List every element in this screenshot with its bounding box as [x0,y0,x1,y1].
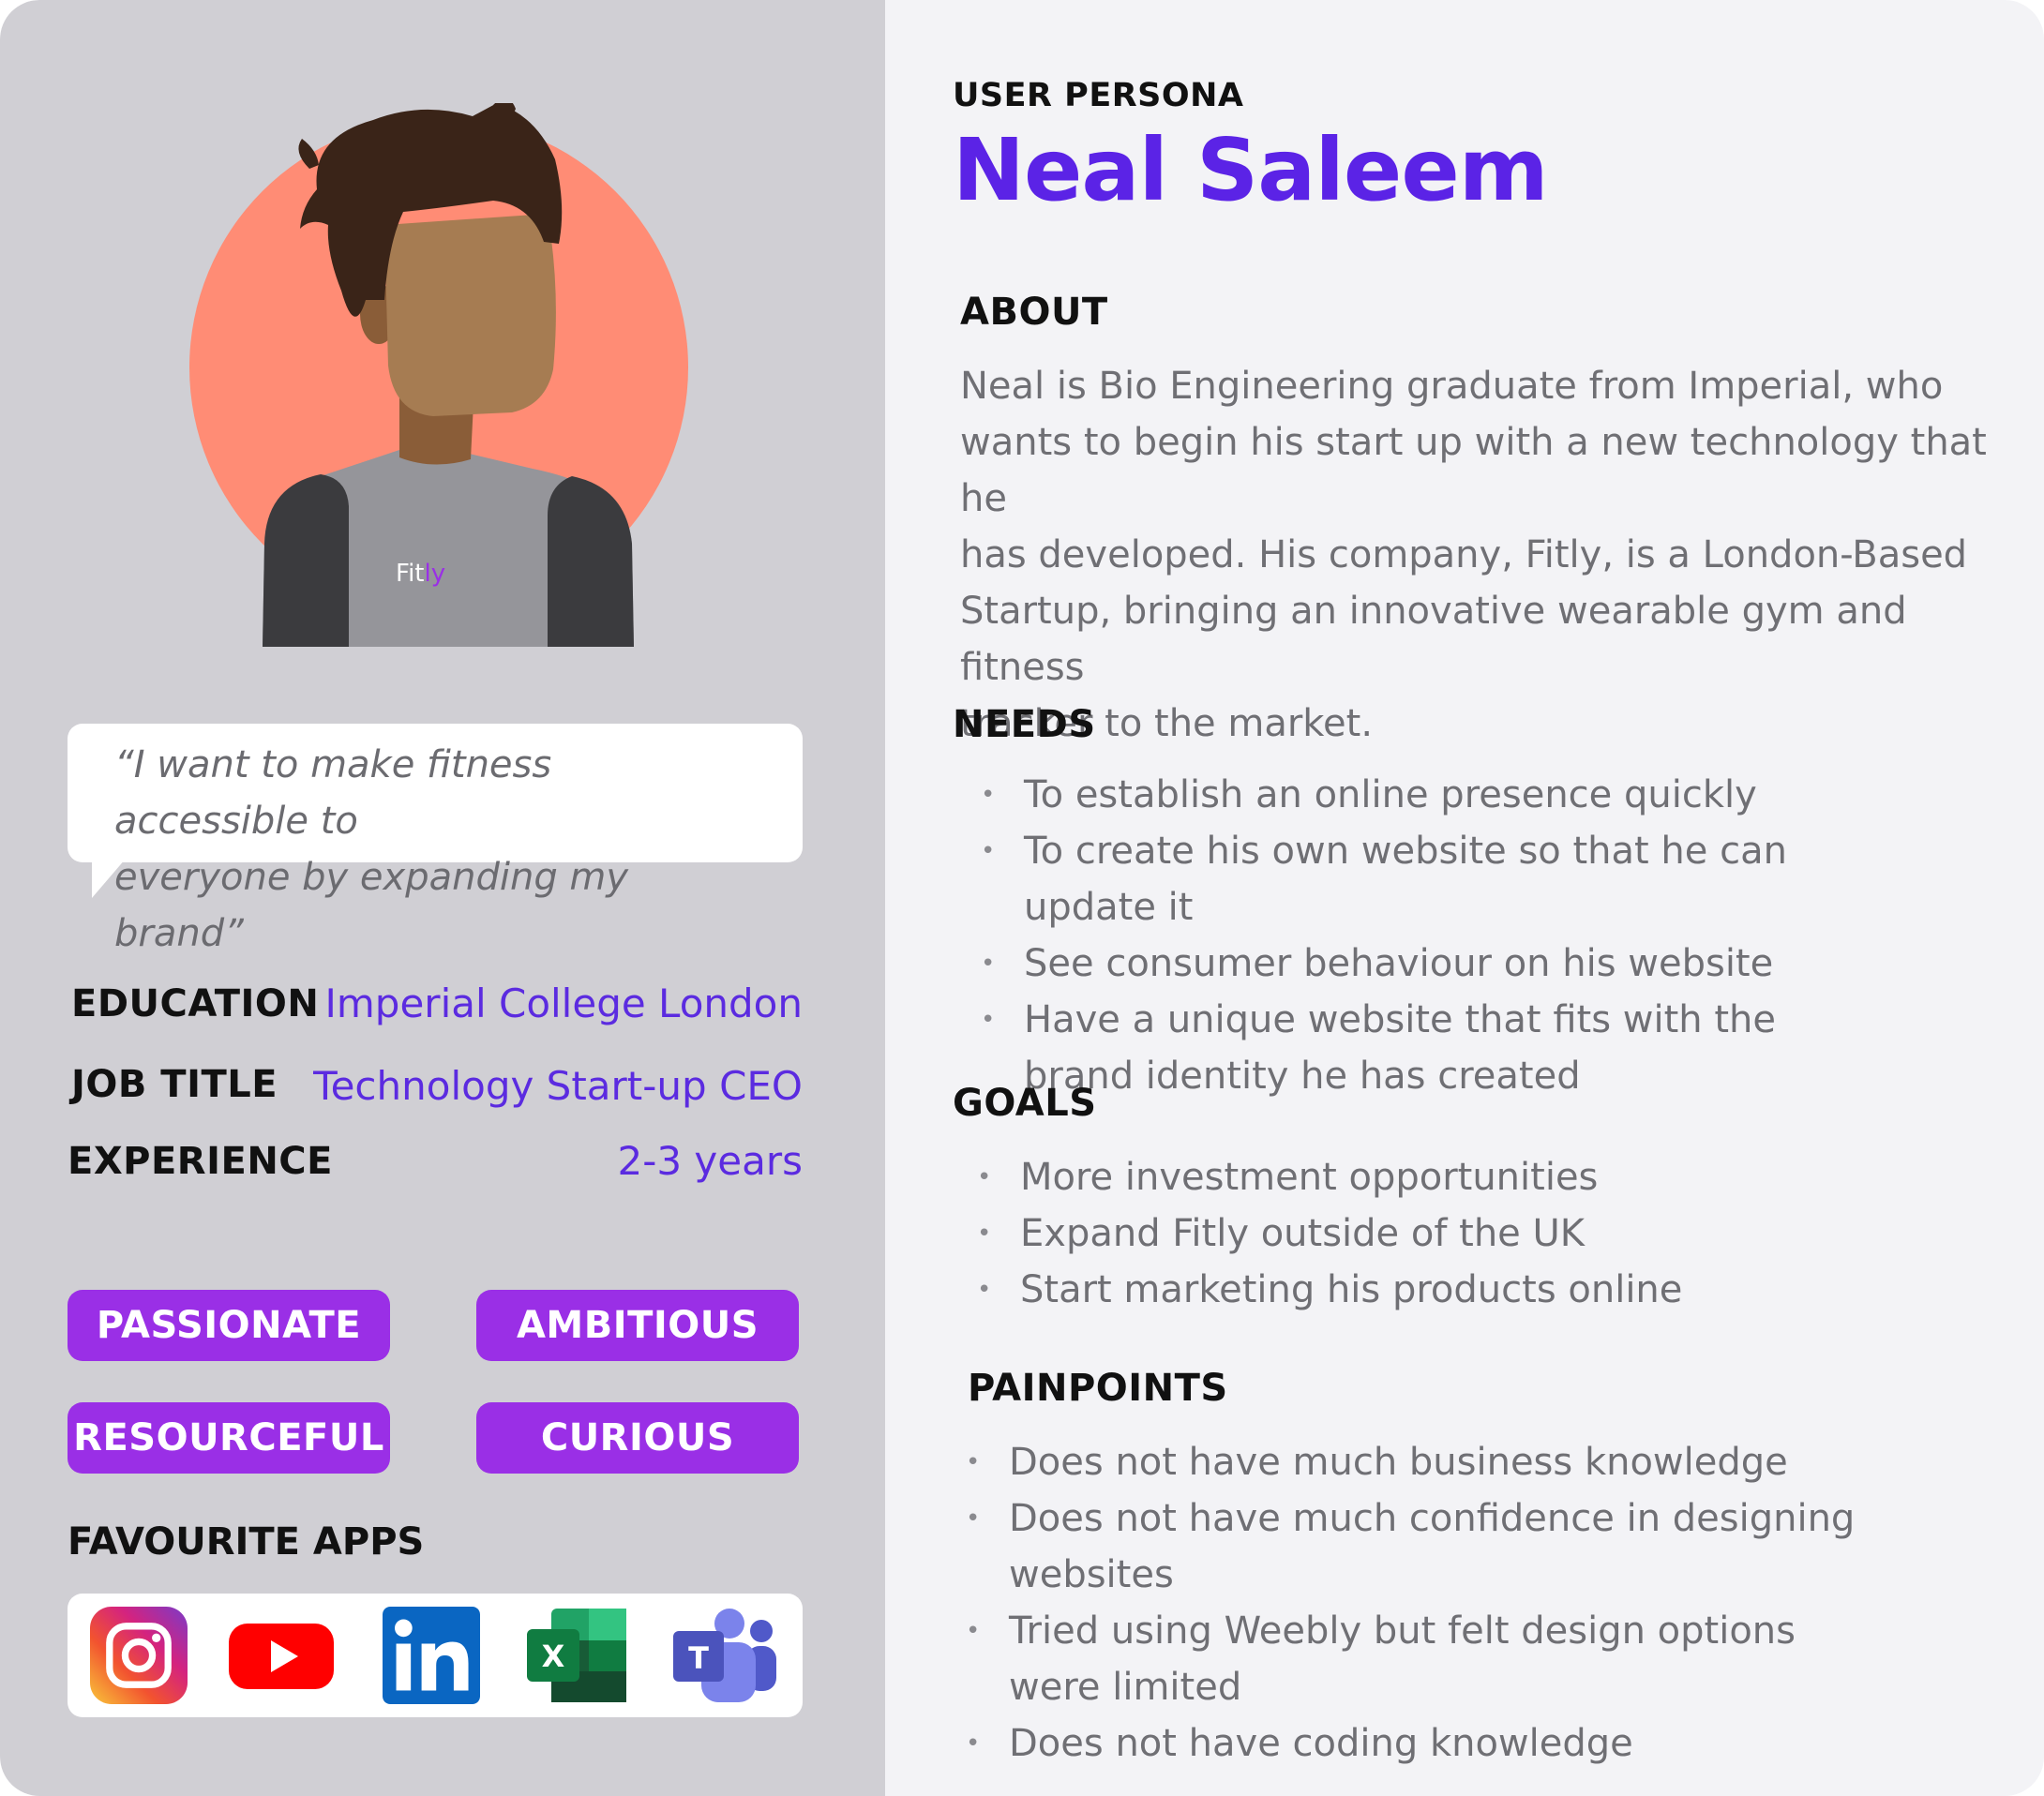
about-line: Startup, bringing an innovative wearable… [960,590,1907,689]
svg-text:T: T [688,1640,709,1676]
instagram-icon [90,1607,188,1704]
svg-text:Fitly: Fitly [396,560,445,588]
teams-icon: T [673,1609,776,1702]
experience-label: EXPERIENCE [68,1140,333,1183]
list-item: Tried using Weebly but felt design optio… [945,1603,1864,1715]
excel-icon: X [527,1609,626,1702]
about-line: tracker to the market. [960,702,1374,745]
list-item: Expand Fitly outside of the UK [956,1205,1913,1262]
list-item: Does not have coding knowledge [945,1715,2014,1772]
experience-value: 2-3 years [617,1138,803,1184]
list-item: Does not have much business knowledge [945,1434,2014,1490]
about-text: Neal is Bio Engineering graduate from Im… [960,358,2010,752]
quote-line-1: “I want to make fitness accessible to [114,743,552,843]
about-line: Neal is Bio Engineering graduate from Im… [960,365,1944,408]
favourite-apps-title: FAVOURITE APPS [68,1520,425,1564]
about-line: has developed. His company, Fitly, is a … [960,533,1968,576]
avatar: Fitly [189,103,688,647]
user-persona-label: USER PERSONA [953,77,1244,114]
trait-resourceful: RESOURCEFUL [68,1402,390,1474]
shirt-brand-fit: Fit [396,560,424,588]
favourite-apps-row: X T [68,1594,803,1717]
shirt-brand-ly: ly [424,560,445,588]
persona-name: Neal Saleem [953,120,1549,220]
quote-bubble: “I want to make fitness accessible to ev… [68,724,803,955]
needs-title: NEEDS [953,703,1096,746]
list-item: To establish an online presence quickly [960,767,1916,823]
trait-ambitious: AMBITIOUS [476,1290,799,1361]
goals-title: GOALS [953,1082,1097,1125]
left-panel: Fitly “I want to make fitness accessible… [0,0,885,1796]
about-title: ABOUT [960,291,1108,334]
quote-bubble-tail [92,859,126,898]
trait-curious: CURIOUS [476,1402,799,1474]
quote-line-2: everyone by expanding my brand” [114,856,629,955]
about-line: wants to begin his start up with a new t… [960,421,1987,520]
list-item: See consumer behaviour on his website [960,935,1916,992]
list-item: Start marketing his products online [956,1262,1913,1318]
education-value: Imperial College London [324,980,804,1026]
list-item: To create his own website so that he can… [960,823,1916,935]
persona-card: Fitly “I want to make fitness accessible… [0,0,2044,1796]
education-label: EDUCATION [71,982,320,1025]
linkedin-icon [383,1607,480,1704]
painpoints-list: Does not have much business knowledge Do… [945,1434,2014,1772]
svg-text:X: X [542,1639,565,1674]
list-item: Does not have much confidence in designi… [945,1490,2014,1603]
painpoints-title: PAINPOINTS [968,1367,1228,1410]
youtube-icon [229,1624,334,1689]
needs-list: To establish an online presence quickly … [960,767,1916,1104]
trait-passionate: PASSIONATE [68,1290,390,1361]
list-item: More investment opportunities [956,1149,1913,1205]
job-title-value: Technology Start-up CEO [313,1063,803,1109]
job-title-label: JOB TITLE [71,1063,278,1106]
goals-list: More investment opportunities Expand Fit… [956,1149,1913,1318]
